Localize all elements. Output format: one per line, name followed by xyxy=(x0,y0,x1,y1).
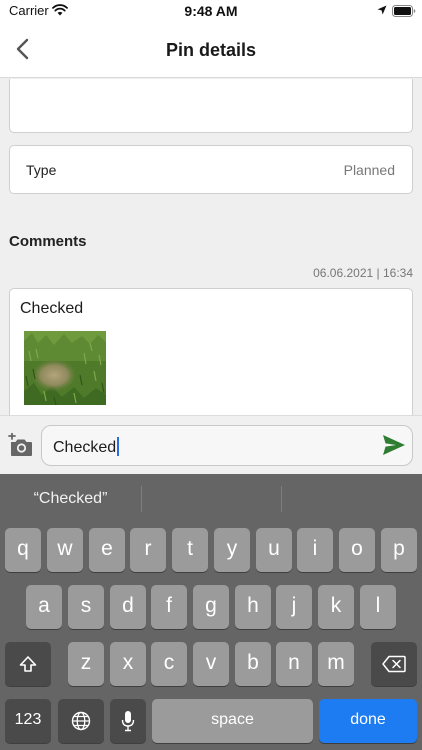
comment-card: Checked xyxy=(9,288,413,415)
dictation-key[interactable] xyxy=(110,699,146,743)
status-bar: Carrier 9:48 AM xyxy=(0,0,422,24)
type-label: Type xyxy=(26,162,57,178)
key-p[interactable]: p xyxy=(381,528,417,572)
key-h[interactable]: h xyxy=(235,585,271,629)
key-c[interactable]: c xyxy=(151,642,187,686)
comment-photo-thumbnail[interactable] xyxy=(24,331,106,405)
page-title: Pin details xyxy=(165,40,257,60)
key-e[interactable]: e xyxy=(89,528,125,572)
send-icon[interactable] xyxy=(382,434,406,456)
key-u[interactable]: u xyxy=(256,528,292,572)
space-key[interactable]: space xyxy=(152,699,313,743)
key-t[interactable]: t xyxy=(172,528,208,572)
key-s[interactable]: s xyxy=(68,585,104,629)
location-arrow-icon xyxy=(377,5,387,15)
comment-text: Checked xyxy=(20,300,84,317)
key-z[interactable]: z xyxy=(68,642,104,686)
globe-key[interactable] xyxy=(58,699,104,743)
suggestion-divider xyxy=(141,486,142,512)
key-y[interactable]: y xyxy=(214,528,250,572)
key-j[interactable]: j xyxy=(276,585,312,629)
delete-key[interactable] xyxy=(371,642,417,686)
add-photo-camera-icon[interactable] xyxy=(7,433,33,457)
key-k[interactable]: k xyxy=(318,585,354,629)
key-x[interactable]: x xyxy=(110,642,146,686)
comment-input-value: Checked xyxy=(53,437,120,457)
key-a[interactable]: a xyxy=(26,585,62,629)
done-key[interactable]: done xyxy=(319,699,417,743)
key-g[interactable]: g xyxy=(193,585,229,629)
comments-heading: Comments xyxy=(9,233,87,250)
key-i[interactable]: i xyxy=(297,528,333,572)
key-n[interactable]: n xyxy=(276,642,312,686)
status-time: 9:48 AM xyxy=(184,3,238,19)
suggestion-bar: “Checked” xyxy=(0,474,422,524)
key-v[interactable]: v xyxy=(193,642,229,686)
key-l[interactable]: l xyxy=(360,585,396,629)
pin-details-content[interactable]: Type Planned Comments 06.06.2021 | 16:34… xyxy=(0,79,422,415)
microphone-icon xyxy=(121,711,135,732)
numbers-key[interactable]: 123 xyxy=(5,699,51,743)
shift-key[interactable] xyxy=(5,642,51,686)
navigation-bar: Pin details xyxy=(0,24,422,78)
type-value: Planned xyxy=(343,162,395,178)
backspace-icon xyxy=(382,655,406,673)
screen: Carrier 9:48 AM Pin details Type Planned… xyxy=(0,0,422,750)
key-q[interactable]: q xyxy=(5,528,41,572)
key-m[interactable]: m xyxy=(318,642,354,686)
description-field[interactable] xyxy=(9,79,413,133)
key-b[interactable]: b xyxy=(235,642,271,686)
key-r[interactable]: r xyxy=(130,528,166,572)
keyboard: “Checked” q w e r t y u i o p a s d f g … xyxy=(0,474,422,750)
shift-arrow-icon xyxy=(19,656,37,672)
key-o[interactable]: o xyxy=(339,528,375,572)
globe-icon xyxy=(71,711,91,731)
key-d[interactable]: d xyxy=(110,585,146,629)
battery-icon xyxy=(392,5,416,17)
suggestion-item[interactable]: “Checked” xyxy=(0,490,141,508)
comment-composer: Checked xyxy=(0,415,422,474)
text-caret xyxy=(117,437,120,456)
comment-input[interactable]: Checked xyxy=(41,425,413,466)
suggestion-divider xyxy=(281,486,282,512)
key-f[interactable]: f xyxy=(151,585,187,629)
key-w[interactable]: w xyxy=(47,528,83,572)
comment-timestamp: 06.06.2021 | 16:34 xyxy=(313,266,413,280)
type-field[interactable]: Type Planned xyxy=(9,145,413,194)
